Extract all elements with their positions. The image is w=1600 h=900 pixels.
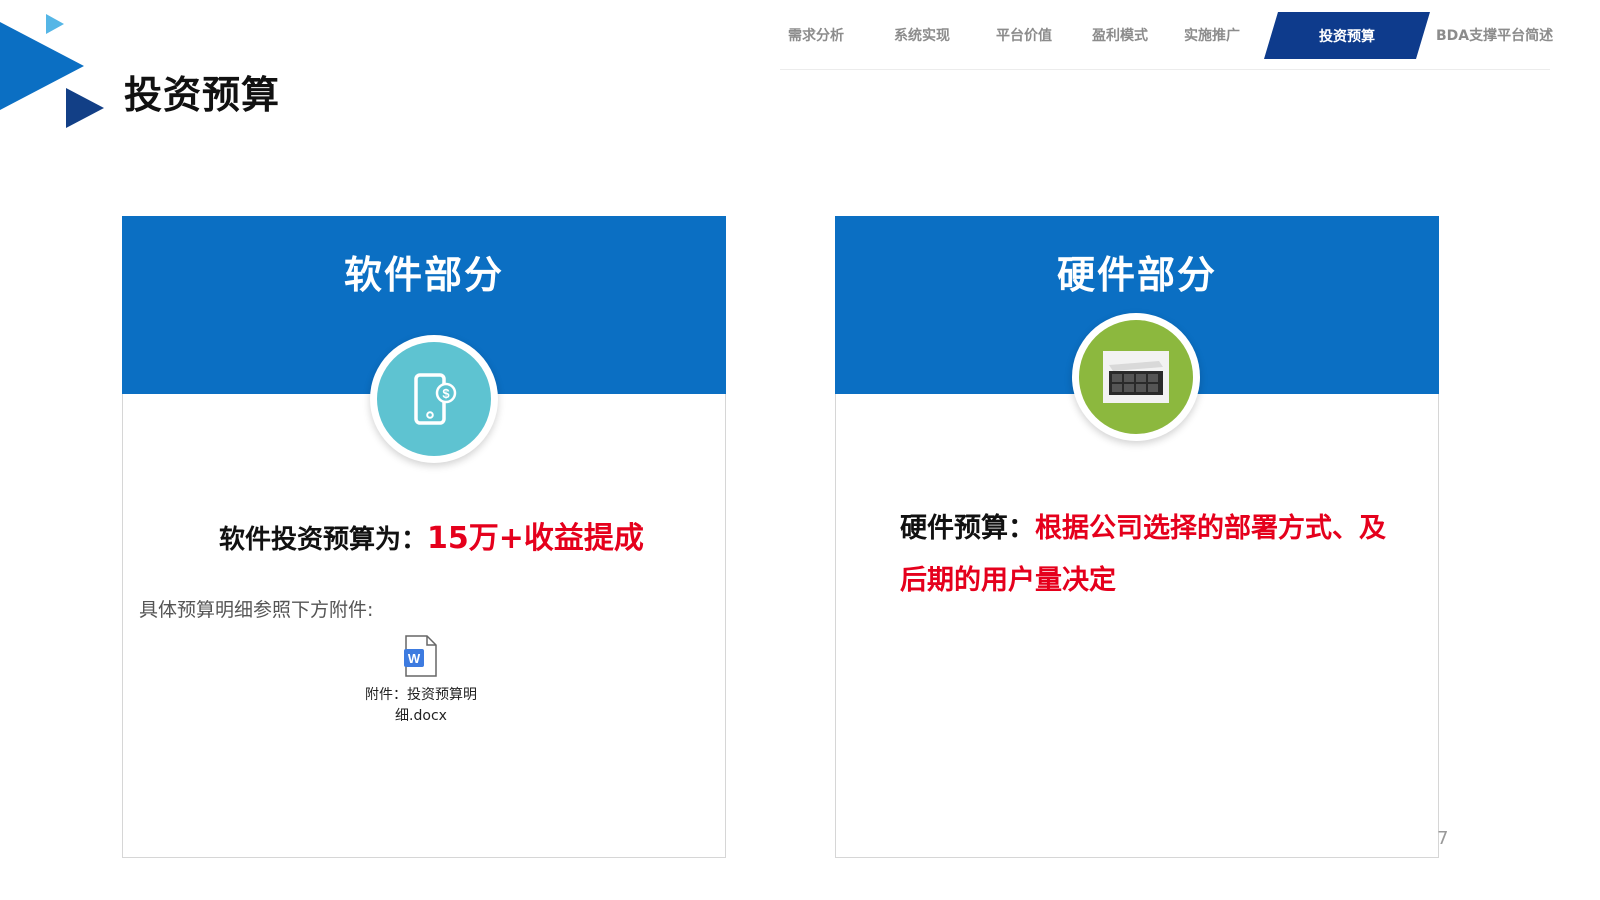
hardware-card-title: 硬件部分 <box>1056 253 1217 297</box>
software-budget-value: 15万+收益提成 <box>427 521 644 556</box>
software-budget-label: 软件投资预算为： <box>219 525 428 555</box>
hardware-icon-circle <box>1072 313 1200 441</box>
hardware-card: 硬件部分 硬件预算：根据公司选择的部署方式、及后期的用户量决定 <box>835 216 1439 858</box>
attachment-label: 附件：投资预算明 细.docx <box>351 685 491 727</box>
nav-active-label: 投资预算 <box>1319 28 1375 45</box>
software-card-title: 软件部分 <box>343 253 504 297</box>
nav-item-bda-platform[interactable]: BDA支撑平台简述 <box>1436 24 1553 48</box>
nav-item-promotion[interactable]: 实施推广 <box>1184 24 1240 48</box>
attachment-file[interactable]: W 附件：投资预算明 细.docx <box>351 635 491 727</box>
hardware-icon-circle-fill <box>1079 320 1193 434</box>
page-number: 7 <box>1437 828 1449 849</box>
software-icon-circle-fill: $ <box>377 342 491 456</box>
mobile-payment-icon: $ <box>414 373 457 425</box>
software-card: 软件部分 $ 软件投资预算为：15万+收益提成 具体预算明细参照下方附件: W … <box>122 216 726 858</box>
top-nav: 需求分析 系统实现 平台价值 盈利模式 实施推广 投资预算 BDA支撑平台简述 <box>780 12 1600 72</box>
nav-item-demand-analysis[interactable]: 需求分析 <box>788 24 844 48</box>
nav-item-investment-budget[interactable]: 投资预算 <box>1264 12 1430 59</box>
server-icon <box>1103 351 1169 403</box>
page-title: 投资预算 <box>124 73 281 117</box>
attachment-label-line1: 附件：投资预算明 <box>365 687 477 703</box>
svg-text:W: W <box>408 651 421 666</box>
software-icon-circle: $ <box>370 335 498 463</box>
attachment-label-line2: 细.docx <box>395 708 447 724</box>
nav-item-profit-model[interactable]: 盈利模式 <box>1092 24 1148 48</box>
nav-divider <box>780 69 1550 70</box>
hardware-budget-text: 硬件预算：根据公司选择的部署方式、及后期的用户量决定 <box>900 503 1400 607</box>
software-budget-line: 软件投资预算为：15万+收益提成 <box>219 513 644 557</box>
logo-triangles-icon <box>0 14 104 128</box>
software-detail-note: 具体预算明细参照下方附件: <box>139 599 374 621</box>
nav-item-system-implementation[interactable]: 系统实现 <box>894 24 950 48</box>
word-document-icon: W <box>404 635 437 677</box>
svg-text:$: $ <box>442 386 450 401</box>
hardware-budget-label: 硬件预算： <box>900 513 1035 544</box>
nav-item-platform-value[interactable]: 平台价值 <box>996 24 1052 48</box>
